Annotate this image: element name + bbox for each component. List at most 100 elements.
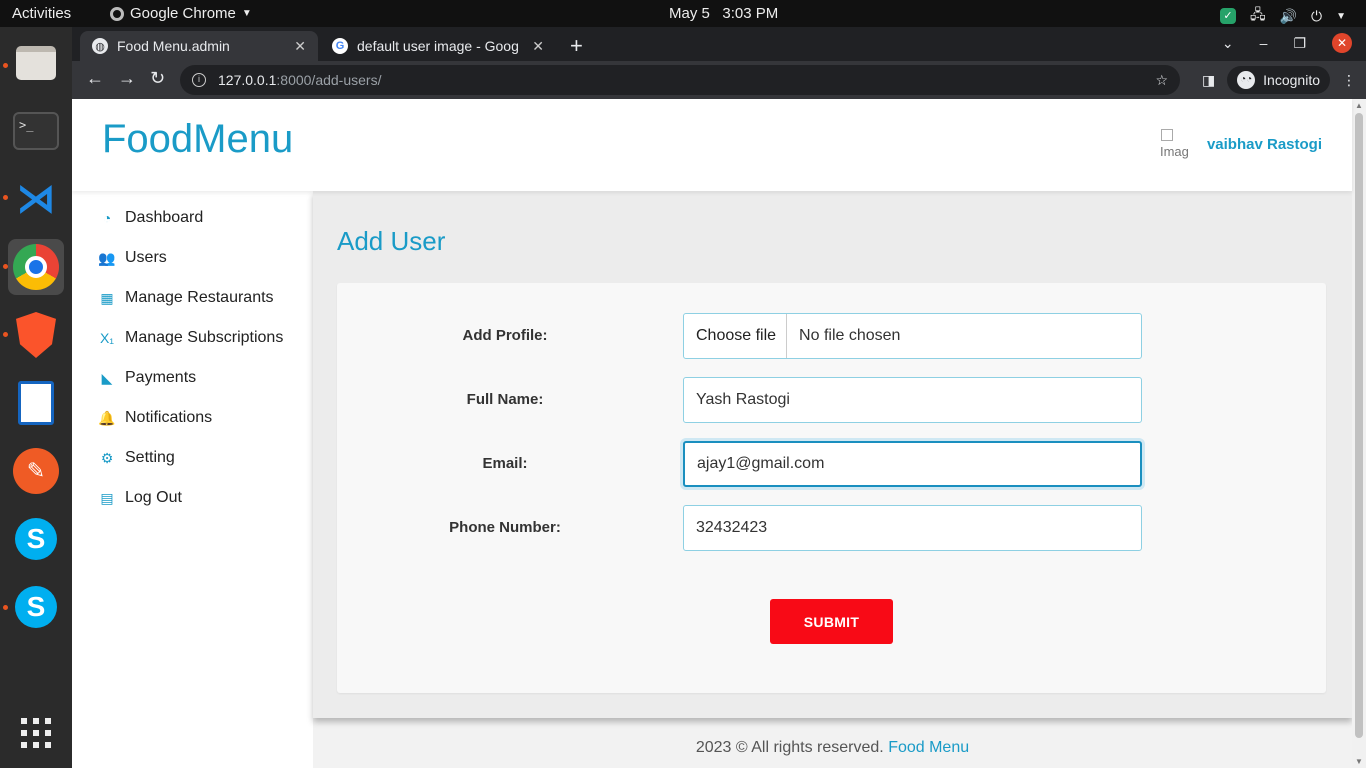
power-icon: ⏻	[1311, 7, 1323, 24]
choose-file-button[interactable]: Choose file	[696, 314, 788, 358]
address-bar[interactable]: i 127.0.0.1:8000/add-users/ ☆	[180, 65, 1180, 95]
writer-app[interactable]	[8, 375, 64, 431]
files-app[interactable]	[8, 35, 64, 91]
postman-app[interactable]: ✎	[8, 443, 64, 499]
sidebar-item-notifications[interactable]: 🔔 Notifications	[98, 409, 212, 427]
sidebar-item-manage-subscriptions[interactable]: X₁ Manage Subscriptions	[98, 329, 283, 347]
footer-link[interactable]: Food Menu	[888, 739, 969, 756]
sidebar-item-label: Manage Restaurants	[125, 289, 274, 306]
terminal-app[interactable]: >_	[8, 103, 64, 159]
back-icon[interactable]: ←	[86, 68, 104, 89]
sidebar-item-label: Log Out	[125, 489, 182, 506]
satellite-icon: ◣	[101, 369, 113, 386]
activities-button[interactable]: Activities	[12, 5, 71, 22]
users-icon: 👥	[98, 249, 116, 266]
sidebar-item-label: Payments	[125, 369, 197, 386]
forward-icon[interactable]: →	[118, 68, 136, 89]
username[interactable]: vaibhav Rastogi	[1207, 136, 1322, 153]
page-scrollbar[interactable]: ▲ ▼	[1352, 99, 1366, 768]
avatar-alt-text: Imag	[1159, 144, 1189, 159]
new-tab-button[interactable]: +	[570, 33, 583, 59]
incognito-icon: ◔◔	[1237, 71, 1256, 89]
brave-icon	[16, 312, 56, 358]
sidebar-item-label: Dashboard	[125, 209, 204, 226]
sidebar-item-label: Setting	[125, 449, 175, 466]
footer-text: 2023 © All rights reserved.	[695, 739, 889, 756]
phone-label: Phone Number:	[449, 519, 561, 536]
incognito-label: Incognito	[1263, 72, 1320, 88]
caret-down-icon: ▼	[241, 8, 252, 19]
clock[interactable]: May 5 3:03 PM	[669, 5, 778, 22]
brave-app[interactable]	[8, 307, 64, 363]
side-panel-icon[interactable]: ◨	[1202, 72, 1215, 89]
sidebar-item-setting[interactable]: ⚙ Setting	[98, 449, 175, 467]
incognito-indicator[interactable]: ◔◔ Incognito	[1227, 66, 1330, 94]
dock: >_ ⋊ ✎ S S	[0, 27, 72, 768]
form-row-phone: Phone Number: 32432423	[337, 505, 1326, 551]
postman-icon: ✎	[13, 448, 59, 494]
close-window-icon[interactable]: ✕	[1332, 33, 1352, 53]
update-check-icon[interactable]: ✓	[1219, 8, 1236, 24]
window-controls: ⌄ – ❐ ✕	[1222, 33, 1352, 53]
scroll-down-icon[interactable]: ▼	[1355, 757, 1363, 766]
site-info-icon[interactable]: i	[192, 73, 206, 87]
form-row-email: Email: ajay1@gmail.com	[337, 441, 1326, 487]
skype-icon: S	[15, 518, 57, 560]
tab-title: Food Menu.admin	[117, 38, 230, 54]
toolbar-right: ◨ ◔◔ Incognito ⋮	[1202, 66, 1356, 94]
fullname-input[interactable]: Yash Rastogi	[683, 377, 1142, 423]
url-path: :8000/add-users/	[276, 72, 382, 88]
sidebar-item-users[interactable]: 👥 Users	[98, 249, 167, 267]
browser-toolbar: ← → ↻ i 127.0.0.1:8000/add-users/ ☆ ◨ ◔◔…	[72, 61, 1366, 99]
vscode-app[interactable]: ⋊	[8, 171, 64, 227]
scroll-up-icon[interactable]: ▲	[1355, 101, 1363, 110]
tab-default-user-image[interactable]: G default user image - Goog ✕	[320, 31, 556, 61]
browser-window: ◍ Food Menu.admin ✕ G default user image…	[72, 27, 1366, 768]
app-menu-label: Google Chrome	[130, 5, 236, 22]
menu-kebab-icon[interactable]: ⋮	[1342, 72, 1356, 89]
minimize-icon[interactable]: –	[1260, 35, 1268, 51]
skype-icon: S	[15, 586, 57, 628]
profile-file-input[interactable]: Choose file No file chosen	[683, 313, 1142, 359]
scrollbar-thumb[interactable]	[1355, 113, 1363, 738]
submit-button[interactable]: SUBMIT	[770, 599, 893, 644]
add-user-form: Add Profile: Choose file No file chosen …	[337, 283, 1326, 693]
skype-app[interactable]: S	[8, 511, 64, 567]
caret-down-icon: ▼	[1336, 10, 1346, 22]
show-apps-button[interactable]	[8, 705, 64, 761]
reload-icon[interactable]: ↻	[150, 68, 165, 89]
phone-input[interactable]: 32432423	[683, 505, 1142, 551]
site-header: FoodMenu Imag vaibhav Rastogi	[72, 99, 1352, 191]
close-tab-icon[interactable]: ✕	[532, 38, 544, 55]
file-status: No file chosen	[799, 327, 901, 344]
sidebar-item-dashboard[interactable]: ◔ Dashboard	[98, 209, 204, 227]
sidebar-item-label: Manage Subscriptions	[125, 329, 284, 346]
close-tab-icon[interactable]: ✕	[294, 38, 306, 55]
url-host: 127.0.0.1	[218, 72, 277, 88]
form-row-fullname: Full Name: Yash Rastogi	[337, 377, 1326, 423]
footer: 2023 © All rights reserved. Food Menu	[313, 739, 1352, 757]
bookmark-star-icon[interactable]: ☆	[1155, 72, 1168, 89]
maximize-icon[interactable]: ❐	[1293, 35, 1306, 52]
site-logo[interactable]: FoodMenu	[102, 117, 293, 162]
tab-strip: ◍ Food Menu.admin ✕ G default user image…	[72, 27, 1366, 61]
email-input[interactable]: ajay1@gmail.com	[683, 441, 1142, 487]
sidebar-item-payments[interactable]: ◣ Payments	[98, 369, 197, 387]
user-menu[interactable]: Imag vaibhav Rastogi	[1159, 127, 1322, 161]
id-card-icon: ▤	[100, 489, 114, 506]
sidebar-item-log-out[interactable]: ▤ Log Out	[98, 489, 182, 507]
vscode-icon: ⋊	[16, 177, 56, 221]
google-icon: G	[332, 38, 348, 54]
sidebar-item-label: Users	[125, 249, 167, 266]
chrome-app[interactable]	[8, 239, 64, 295]
tab-food-menu[interactable]: ◍ Food Menu.admin ✕	[80, 31, 318, 61]
skype-app[interactable]: S	[8, 579, 64, 635]
chrome-icon	[110, 6, 124, 21]
tab-search-icon[interactable]: ⌄	[1222, 35, 1234, 52]
system-tray[interactable]: ✓ 🖧 🔊 ⏻ ▼	[1219, 4, 1346, 28]
sidebar-item-manage-restaurants[interactable]: ▦ Manage Restaurants	[98, 289, 274, 307]
subscript-icon: X₁	[99, 330, 115, 346]
main-content: Add User Add Profile: Choose file No fil…	[313, 191, 1352, 718]
sidebar-item-label: Notifications	[125, 409, 213, 426]
app-menu[interactable]: Google Chrome ▼	[110, 5, 252, 22]
